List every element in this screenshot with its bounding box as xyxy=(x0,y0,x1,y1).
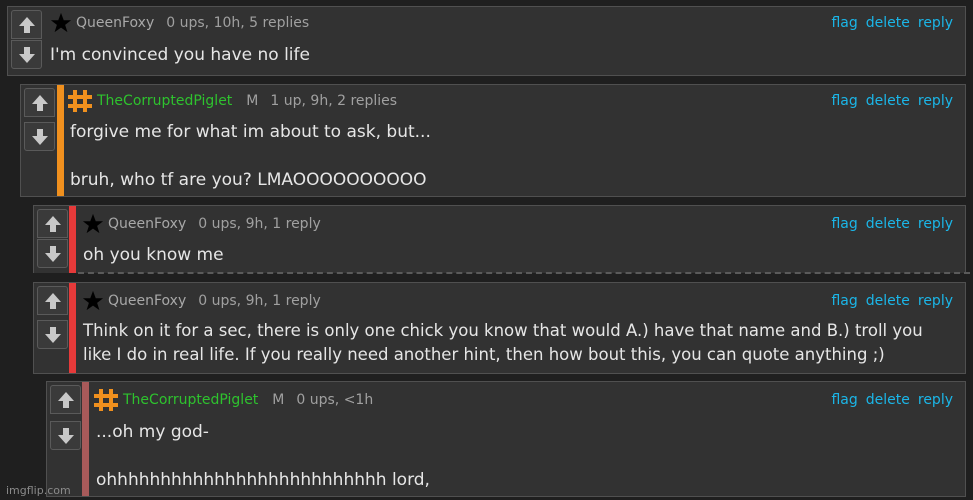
comment: QueenFoxy 0 ups, 9h, 1 reply flag delete… xyxy=(33,282,966,374)
username[interactable]: TheCorruptedPiglet xyxy=(123,392,258,408)
comment-text: oh you know me xyxy=(83,245,224,265)
username[interactable]: QueenFoxy xyxy=(76,15,154,31)
delete-link[interactable]: delete xyxy=(866,392,910,408)
comment-meta: 0 ups, 9h, 1 reply xyxy=(198,216,321,232)
comment-meta: 0 ups, 10h, 5 replies xyxy=(166,15,310,31)
comment: QueenFoxy 0 ups, 9h, 1 reply flag delete… xyxy=(33,205,966,273)
arrow-down-icon xyxy=(57,427,74,444)
username[interactable]: QueenFoxy xyxy=(108,216,186,232)
watermark: imgflip.com xyxy=(6,484,71,497)
username[interactable]: TheCorruptedPiglet xyxy=(97,93,232,109)
downvote-button[interactable] xyxy=(37,239,68,268)
arrow-up-icon xyxy=(44,215,61,232)
comment: TheCorruptedPiglet M 1 up, 9h, 2 replies… xyxy=(20,84,966,197)
comment-actions: flag delete reply xyxy=(831,293,953,309)
flag-link[interactable]: flag xyxy=(831,15,857,31)
comment-header: QueenFoxy 0 ups, 10h, 5 replies flag del… xyxy=(50,11,965,35)
reply-link[interactable]: reply xyxy=(918,15,953,31)
arrow-up-icon xyxy=(57,391,74,408)
arrow-down-icon xyxy=(18,46,35,63)
comment-header: QueenFoxy 0 ups, 9h, 1 reply flag delete… xyxy=(82,212,965,236)
arrow-up-icon xyxy=(18,16,35,33)
comment-meta: 0 ups, <1h xyxy=(296,392,374,408)
divider xyxy=(78,272,970,274)
thread-bar xyxy=(69,206,76,273)
comment-meta: 1 up, 9h, 2 replies xyxy=(270,93,398,109)
star-icon xyxy=(82,290,104,311)
delete-link[interactable]: delete xyxy=(866,293,910,309)
star-icon xyxy=(82,213,104,234)
thread-bar xyxy=(69,283,76,373)
reply-link[interactable]: reply xyxy=(918,216,953,232)
comment-text: forgive me for what im about to ask, but… xyxy=(70,122,431,190)
upvote-button[interactable] xyxy=(37,286,68,315)
comment-header: TheCorruptedPiglet M 0 ups, <1h flag del… xyxy=(93,388,965,412)
arrow-up-icon xyxy=(31,94,48,111)
user-badge: M xyxy=(272,392,285,408)
username[interactable]: QueenFoxy xyxy=(108,293,186,309)
thread-bar xyxy=(57,85,64,196)
upvote-button[interactable] xyxy=(37,209,68,238)
delete-link[interactable]: delete xyxy=(866,15,910,31)
comment-actions: flag delete reply xyxy=(831,15,953,31)
downvote-button[interactable] xyxy=(11,40,42,69)
pig-logo-icon xyxy=(94,389,118,411)
downvote-button[interactable] xyxy=(37,320,68,349)
flag-link[interactable]: flag xyxy=(831,216,857,232)
reply-link[interactable]: reply xyxy=(918,93,953,109)
downvote-button[interactable] xyxy=(24,122,55,151)
comment-header: QueenFoxy 0 ups, 9h, 1 reply flag delete… xyxy=(82,289,965,313)
comment: TheCorruptedPiglet M 0 ups, <1h flag del… xyxy=(46,381,966,497)
thread-bar xyxy=(82,382,89,496)
arrow-up-icon xyxy=(44,292,61,309)
upvote-button[interactable] xyxy=(11,10,42,39)
downvote-button[interactable] xyxy=(50,421,81,450)
delete-link[interactable]: delete xyxy=(866,93,910,109)
comment-text: Think on it for a sec, there is only one… xyxy=(83,321,928,364)
upvote-button[interactable] xyxy=(24,88,55,117)
reply-link[interactable]: reply xyxy=(918,392,953,408)
star-icon xyxy=(50,12,72,33)
comment-text: I'm convinced you have no life xyxy=(50,45,310,65)
upvote-button[interactable] xyxy=(50,385,81,414)
comment: QueenFoxy 0 ups, 10h, 5 replies flag del… xyxy=(7,6,966,76)
flag-link[interactable]: flag xyxy=(831,93,857,109)
arrow-down-icon xyxy=(44,326,61,343)
user-badge: M xyxy=(246,93,259,109)
flag-link[interactable]: flag xyxy=(831,392,857,408)
comment-header: TheCorruptedPiglet M 1 up, 9h, 2 replies… xyxy=(67,89,965,113)
pig-logo-icon xyxy=(68,90,92,112)
comment-meta: 0 ups, 9h, 1 reply xyxy=(198,293,321,309)
reply-link[interactable]: reply xyxy=(918,293,953,309)
comment-actions: flag delete reply xyxy=(831,392,953,408)
comment-actions: flag delete reply xyxy=(831,216,953,232)
comment-text: ...oh my god- ohhhhhhhhhhhhhhhhhhhhhhhhh… xyxy=(96,422,430,490)
flag-link[interactable]: flag xyxy=(831,293,857,309)
arrow-down-icon xyxy=(31,128,48,145)
comment-actions: flag delete reply xyxy=(831,93,953,109)
delete-link[interactable]: delete xyxy=(866,216,910,232)
arrow-down-icon xyxy=(44,245,61,262)
